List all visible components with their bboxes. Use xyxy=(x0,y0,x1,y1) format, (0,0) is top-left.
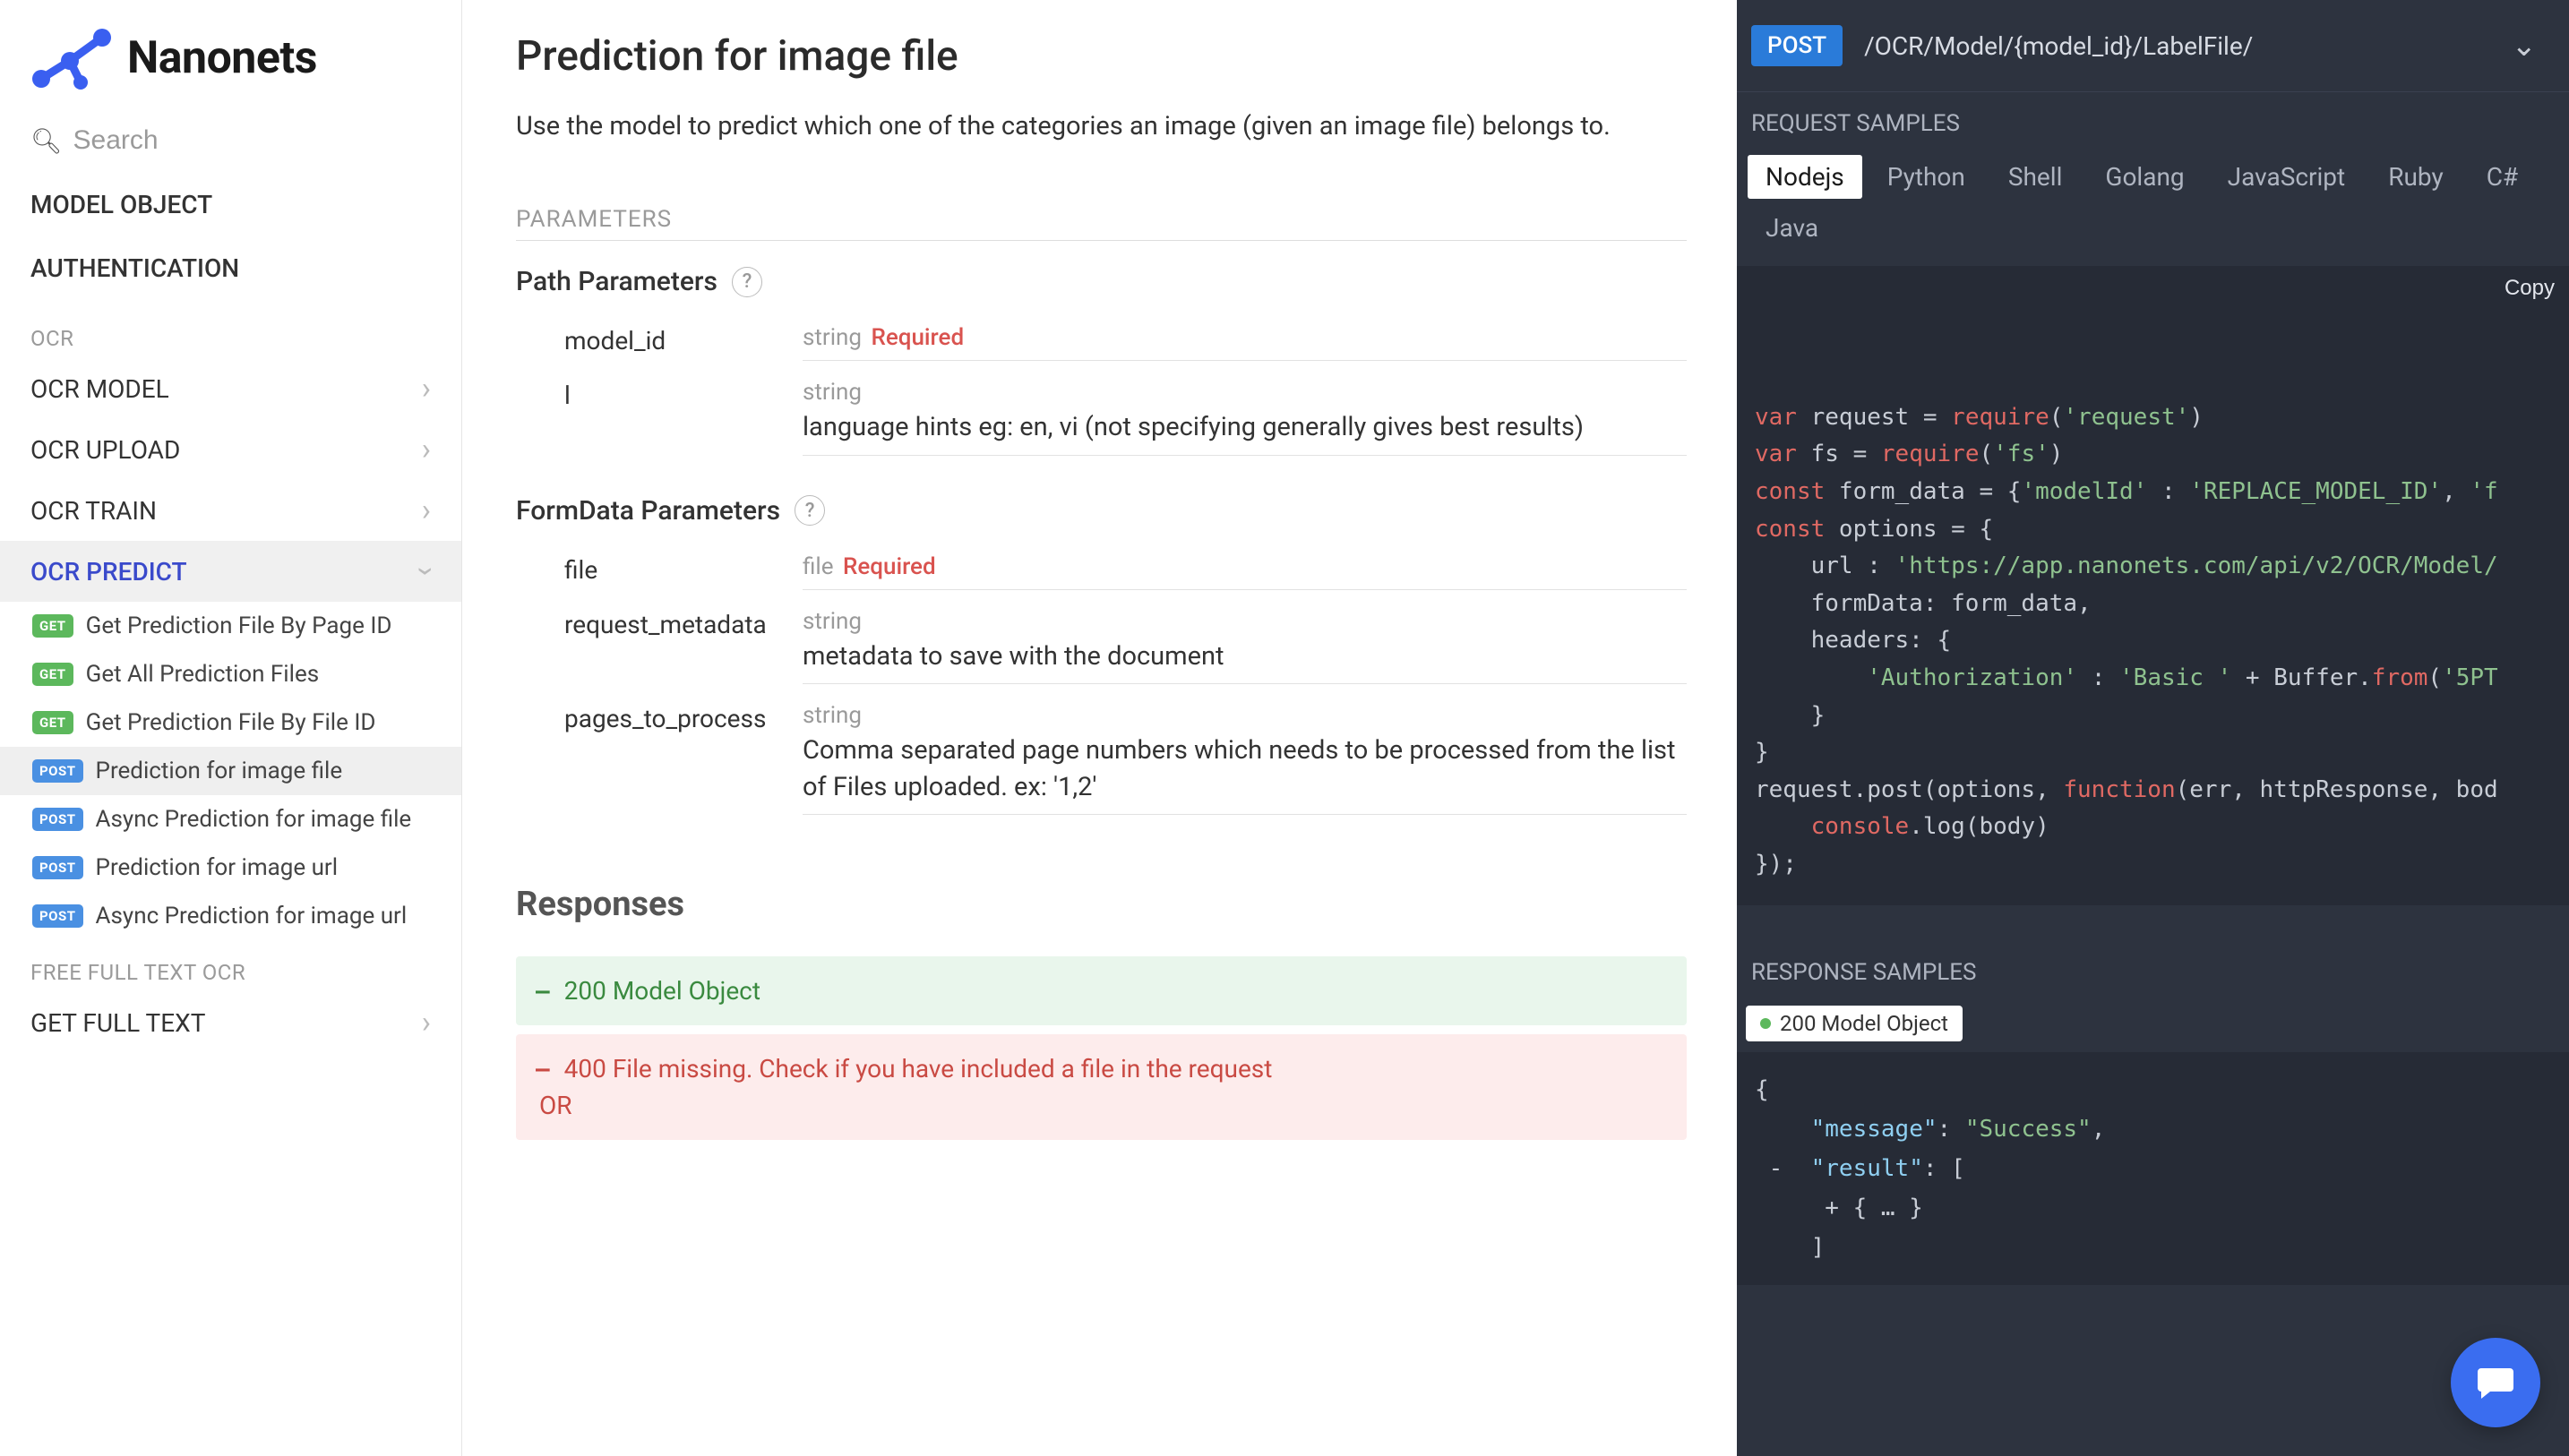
page-description: Use the model to predict which one of th… xyxy=(516,107,1687,145)
formdata-params-title: FormData Parameters ? xyxy=(516,495,1687,527)
chevron-right-icon xyxy=(422,371,431,407)
endpoint-bar[interactable]: POST /OCR/Model/{model_id}/LabelFile/ xyxy=(1737,0,2569,92)
param-row-pages-to-process: pages_to_process string Comma separated … xyxy=(516,691,1687,822)
nav-ocr-upload[interactable]: OCR UPLOAD xyxy=(0,419,461,480)
param-row-l: l string language hints eg: en, vi (not … xyxy=(516,368,1687,463)
nav-ocr-model[interactable]: OCR MODEL xyxy=(0,358,461,419)
collapse-icon: — xyxy=(536,1056,550,1083)
status-dot-icon xyxy=(1760,1018,1771,1029)
chat-launcher[interactable] xyxy=(2451,1338,2540,1427)
method-badge-post: POST xyxy=(32,808,83,831)
nav-get-full-text[interactable]: GET FULL TEXT xyxy=(0,992,461,1053)
responses-title: Responses xyxy=(516,885,1687,924)
subnav-pred-image-file[interactable]: POSTPrediction for image file xyxy=(0,747,461,795)
search-icon: 🔍︎ xyxy=(30,126,63,156)
nav-model-object[interactable]: MODEL OBJECT xyxy=(0,176,461,234)
param-name: l xyxy=(516,375,767,456)
param-row-request-metadata: request_metadata string metadata to save… xyxy=(516,597,1687,692)
code-tabs: Nodejs Python Shell Golang JavaScript Ru… xyxy=(1737,146,2569,259)
subnav-get-all-pred[interactable]: GETGet All Prediction Files xyxy=(0,650,461,698)
param-name: model_id xyxy=(516,321,767,361)
logo[interactable]: Nanonets xyxy=(0,0,461,116)
subnav-async-pred-image-file[interactable]: POSTAsync Prediction for image file xyxy=(0,795,461,844)
formdata-params-table: file file Required request_metadata stri… xyxy=(516,543,1687,823)
response-400[interactable]: — 400 File missing. Check if you have in… xyxy=(516,1034,1687,1140)
logo-icon xyxy=(25,27,115,90)
search-input[interactable] xyxy=(73,125,431,156)
chevron-down-icon xyxy=(2512,28,2538,64)
parameters-label: PARAMETERS xyxy=(516,206,1687,241)
nav-group-ocr: OCR xyxy=(0,306,461,358)
subnav-get-pred-by-page[interactable]: GETGet Prediction File By Page ID xyxy=(0,602,461,650)
param-name: request_metadata xyxy=(516,604,767,685)
search-box[interactable]: 🔍︎ xyxy=(0,116,461,176)
sidebar: Nanonets 🔍︎ MODEL OBJECT AUTHENTICATION … xyxy=(0,0,462,1456)
param-row-model-id: model_id string Required xyxy=(516,313,1687,368)
method-badge-post: POST xyxy=(32,904,83,928)
param-name: pages_to_process xyxy=(516,698,767,815)
tab-nodejs[interactable]: Nodejs xyxy=(1748,155,1862,199)
method-badge-get: GET xyxy=(32,614,73,638)
tab-golang[interactable]: Golang xyxy=(2087,155,2202,199)
help-icon[interactable]: ? xyxy=(795,495,825,526)
nav-authentication[interactable]: AUTHENTICATION xyxy=(0,239,461,297)
chevron-right-icon xyxy=(422,492,431,528)
tab-javascript[interactable]: JavaScript xyxy=(2210,155,2364,199)
code-sample: Copy var request = require('request')var… xyxy=(1737,266,2569,905)
chevron-right-icon xyxy=(422,432,431,467)
tab-shell[interactable]: Shell xyxy=(1990,155,2081,199)
chevron-down-icon xyxy=(422,553,431,589)
tab-java[interactable]: Java xyxy=(1748,206,1836,250)
tab-csharp[interactable]: C# xyxy=(2469,155,2536,199)
response-chip-200[interactable]: 200 Model Object xyxy=(1746,1006,1963,1041)
param-row-file: file file Required xyxy=(516,543,1687,597)
subnav-get-pred-by-file[interactable]: GETGet Prediction File By File ID xyxy=(0,698,461,747)
path-params-title: Path Parameters ? xyxy=(516,266,1687,297)
main-content: Prediction for image file Use the model … xyxy=(462,0,1737,1456)
method-badge-post: POST xyxy=(32,856,83,879)
nav-sublist: GETGet Prediction File By Page ID GETGet… xyxy=(0,602,461,940)
response-json: { "message": "Success", - "result": [ + … xyxy=(1737,1052,2569,1286)
tab-python[interactable]: Python xyxy=(1869,155,1983,199)
http-method-badge: POST xyxy=(1751,25,1843,66)
param-name: file xyxy=(516,550,767,590)
endpoint-path: /OCR/Model/{model_id}/LabelFile/ xyxy=(1864,31,2489,61)
chat-icon xyxy=(2474,1361,2517,1404)
nav-ocr-predict[interactable]: OCR PREDICT xyxy=(0,541,461,602)
method-badge-post: POST xyxy=(32,759,83,783)
response-samples-label: RESPONSE SAMPLES xyxy=(1737,941,2569,995)
method-badge-get: GET xyxy=(32,663,73,686)
page-title: Prediction for image file xyxy=(516,32,1687,81)
nav-group-free-ocr: FREE FULL TEXT OCR xyxy=(0,940,461,992)
request-samples-label: REQUEST SAMPLES xyxy=(1737,92,2569,146)
copy-button[interactable]: Copy xyxy=(2505,271,2555,305)
path-params-table: model_id string Required l string langua… xyxy=(516,313,1687,463)
help-icon[interactable]: ? xyxy=(732,267,762,297)
logo-text: Nanonets xyxy=(127,32,317,84)
nav-ocr-train[interactable]: OCR TRAIN xyxy=(0,480,461,541)
method-badge-get: GET xyxy=(32,711,73,734)
chevron-right-icon xyxy=(422,1005,431,1041)
response-200[interactable]: — 200 Model Object xyxy=(516,956,1687,1025)
collapse-icon: — xyxy=(536,978,550,1005)
subnav-async-pred-image-url[interactable]: POSTAsync Prediction for image url xyxy=(0,892,461,940)
tab-ruby[interactable]: Ruby xyxy=(2370,155,2462,199)
subnav-pred-image-url[interactable]: POSTPrediction for image url xyxy=(0,844,461,892)
code-panel: POST /OCR/Model/{model_id}/LabelFile/ RE… xyxy=(1737,0,2569,1456)
